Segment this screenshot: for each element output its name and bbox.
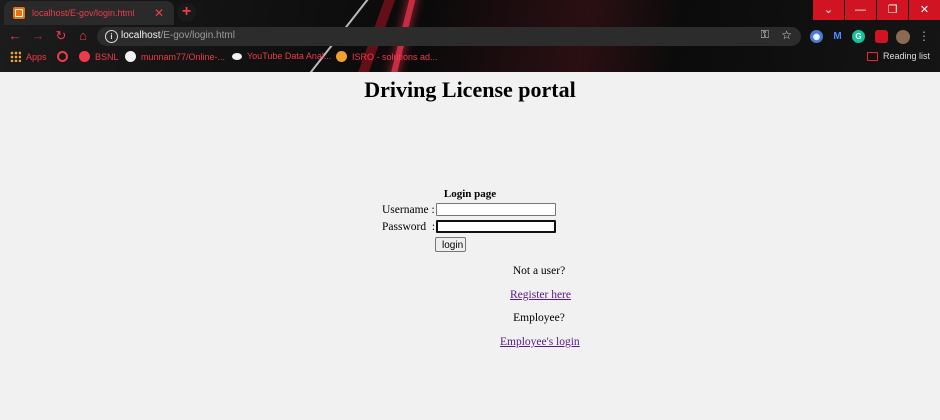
medium-icon xyxy=(232,52,242,60)
apps-grid-icon xyxy=(10,51,21,62)
github-icon xyxy=(125,51,136,62)
forward-button[interactable]: → xyxy=(29,27,47,45)
close-window-button[interactable]: ✕ xyxy=(909,0,940,20)
reload-button[interactable]: ↻ xyxy=(52,27,70,45)
bookmark-bsnl[interactable]: BSNL xyxy=(79,51,119,62)
page-title: Driving License portal xyxy=(364,77,576,102)
url-host: localhost xyxy=(121,30,161,41)
browser-toolbar: ← → ↻ ⌂ i localhost/E-gov/login.html ⚿ ☆… xyxy=(0,26,940,47)
username-label: Username : xyxy=(382,204,435,216)
back-button[interactable]: ← xyxy=(6,27,24,45)
bookmark-label: YouTube Data Anal... xyxy=(247,51,332,61)
browser-tab[interactable]: localhost/E-gov/login.html ✕ xyxy=(4,1,174,25)
bookmarks-bar: Apps BSNL munnam77/Online-... YouTube Da… xyxy=(0,50,940,68)
login-form-caption: Login page xyxy=(443,188,497,200)
extension-red-icon[interactable] xyxy=(875,30,888,43)
extension-icon[interactable]: ◉ xyxy=(810,30,823,43)
address-bar[interactable]: i localhost/E-gov/login.html ⚿ ☆ xyxy=(97,27,801,46)
tab-search-button[interactable]: ⌄ xyxy=(813,0,844,20)
tab-title: localhost/E-gov/login.html xyxy=(32,8,135,18)
employee-login-link[interactable]: Employee's login xyxy=(500,336,580,348)
reading-list-label: Reading list xyxy=(882,51,930,61)
reading-list-button[interactable]: Reading list xyxy=(866,51,930,61)
bookmark-star-icon[interactable]: ☆ xyxy=(781,28,792,42)
red-circle-icon xyxy=(57,51,68,62)
new-tab-button[interactable]: + xyxy=(177,3,196,22)
url-path: /E-gov/login.html xyxy=(160,30,235,41)
bookmark-label: Apps xyxy=(26,51,47,62)
password-label: Password : xyxy=(382,221,436,233)
url-text[interactable]: localhost/E-gov/login.html xyxy=(121,30,235,41)
key-icon[interactable]: ⚿ xyxy=(761,29,769,42)
restore-button[interactable]: ❐ xyxy=(877,0,908,20)
login-button[interactable]: login xyxy=(435,237,466,252)
not-user-text: Not a user? xyxy=(512,265,566,277)
extension-m-icon[interactable]: M xyxy=(831,30,844,43)
page-content: Driving License portal Login page Userna… xyxy=(0,72,940,420)
employee-text: Employee? xyxy=(513,312,565,324)
page-favicon-icon xyxy=(13,7,25,19)
close-tab-icon[interactable]: ✕ xyxy=(154,7,164,19)
bookmark-label: BSNL xyxy=(95,51,119,62)
home-button[interactable]: ⌂ xyxy=(74,27,92,45)
site-info-icon[interactable]: i xyxy=(105,30,118,43)
bookmark-label: munnam77/Online-... xyxy=(141,51,226,62)
isro-icon xyxy=(336,51,347,62)
username-input[interactable] xyxy=(436,203,556,216)
bookmark-label: ISRO - solutions ad... xyxy=(352,51,438,62)
browser-chrome: localhost/E-gov/login.html ✕ + ⌄ — ❐ ✕ ←… xyxy=(0,0,940,72)
bookmark-item[interactable] xyxy=(57,51,73,62)
password-input[interactable] xyxy=(436,220,556,233)
register-link[interactable]: Register here xyxy=(510,289,571,301)
minimize-button[interactable]: — xyxy=(845,0,876,20)
browser-menu-icon[interactable]: ⋮ xyxy=(918,29,930,43)
profile-avatar-icon[interactable] xyxy=(896,30,910,44)
bsnl-icon xyxy=(79,51,90,62)
grammarly-icon[interactable]: G xyxy=(852,30,865,43)
reading-list-icon xyxy=(866,51,878,61)
bookmark-youtube-data[interactable]: YouTube Data Anal... xyxy=(232,51,331,61)
bookmark-apps[interactable]: Apps xyxy=(10,51,47,62)
window-controls: ⌄ — ❐ ✕ xyxy=(812,0,940,20)
bookmark-github[interactable]: munnam77/Online-... xyxy=(125,51,225,62)
bookmark-isro[interactable]: ISRO - solutions ad... xyxy=(336,51,438,62)
